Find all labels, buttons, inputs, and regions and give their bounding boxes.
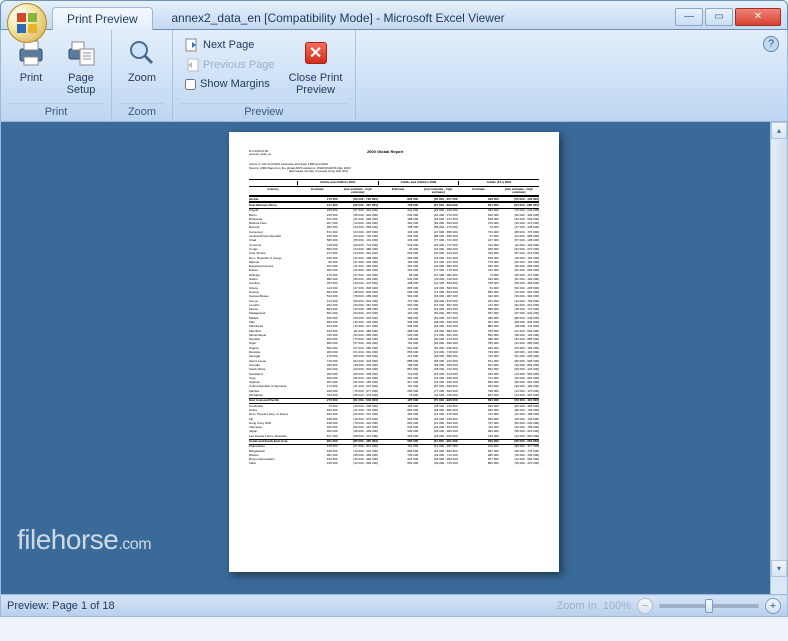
chevron-up-icon: ▴ [777,126,781,135]
zoom-label: Zoom [128,72,156,84]
page-setup-label: Page Setup [67,72,96,96]
tab-print-preview[interactable]: Print Preview [52,7,153,30]
zoom-button[interactable]: Zoom [120,34,164,86]
show-margins-label: Show Margins [200,78,270,90]
ribbon-group-zoom: Zoom Zoom [112,30,173,121]
previous-page-button: Previous Page [181,56,279,74]
page-prev-icon [185,58,199,72]
help-button[interactable]: ? [763,36,779,52]
scroll-up-button[interactable]: ▴ [771,122,787,139]
zoom-slider[interactable] [659,604,759,608]
preview-page: D-4-1000 0:00annex2_data_en2000 Global R… [229,132,559,572]
status-bar: Preview: Page 1 of 18 Zoom In 100% − + [0,595,788,617]
print-preview-viewport[interactable]: D-4-1000 0:00annex2_data_en2000 Global R… [0,122,788,595]
group-label-preview: Preview [181,103,347,119]
plus-icon: + [770,600,776,612]
chevron-down-icon: ▾ [777,564,781,573]
status-page-indicator: Preview: Page 1 of 18 [7,600,557,612]
office-button[interactable] [7,3,47,43]
show-margins-checkbox[interactable]: Show Margins [181,76,279,92]
zoom-in-button[interactable]: + [765,598,781,614]
scroll-down-button[interactable]: ▾ [771,560,787,577]
next-page-button[interactable]: Next Page [181,36,279,54]
ribbon-group-print: Print Page Setup Print [1,30,112,121]
vertical-scrollbar[interactable]: ▴ ▾ [770,122,787,594]
office-logo-icon [15,11,39,35]
ribbon: ? Print Page Setup Print [0,30,788,122]
page-next-icon [185,38,199,52]
help-icon: ? [768,38,774,50]
group-label-print: Print [9,103,103,119]
ribbon-group-preview: Next Page Previous Page Show Margins ✕ C… [173,30,356,121]
close-x-icon: ✕ [305,42,327,64]
minus-icon: − [642,600,648,612]
magnifier-icon [128,36,156,70]
print-label: Print [20,72,43,84]
show-margins-check[interactable] [185,79,196,90]
close-print-preview-button[interactable]: ✕ Close Print Preview [285,34,347,98]
previous-page-label: Previous Page [203,59,275,71]
zoom-out-button[interactable]: − [637,598,653,614]
page-setup-icon [66,36,96,70]
zoom-percentage: 100% [603,600,631,612]
page-setup-button[interactable]: Page Setup [59,34,103,98]
next-page-label: Next Page [203,39,254,51]
zoom-in-label: Zoom In [557,600,597,612]
close-print-preview-label: Close Print Preview [289,72,343,96]
zoom-slider-thumb[interactable] [705,599,713,613]
ribbon-tabstrip: Print Preview [52,6,788,30]
group-label-zoom: Zoom [120,103,164,119]
watermark: filehorse.com [17,524,151,556]
scrollbar-corner [771,577,787,594]
